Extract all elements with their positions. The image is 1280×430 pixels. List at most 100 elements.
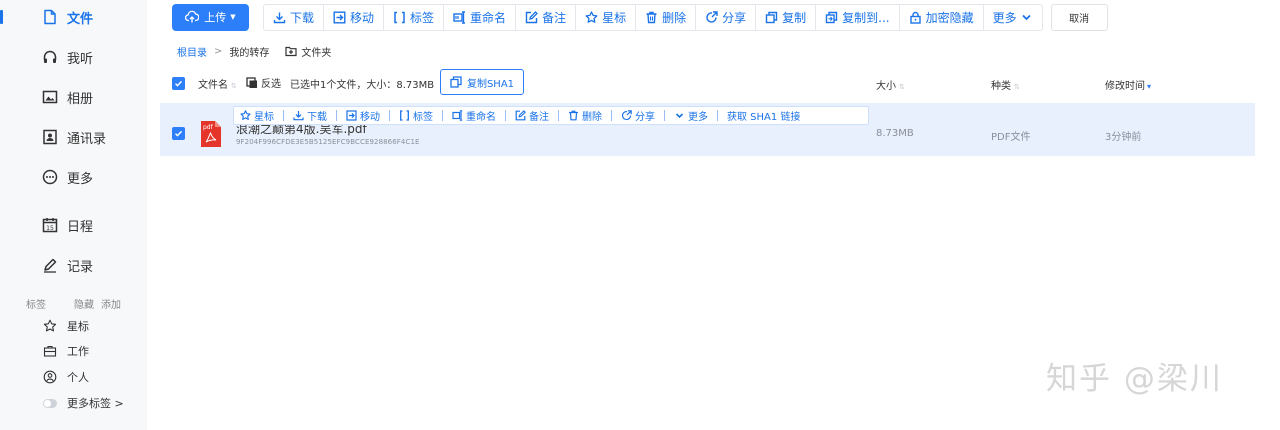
sidebar-item-more[interactable]: 更多 xyxy=(42,167,93,187)
sort-icon: ⇅ xyxy=(231,82,237,90)
select-all-checkbox[interactable] xyxy=(172,77,185,90)
row-action-bar: 星标 下载 移动 标签 重命名 备注 删除 分享 更多 获取 SHA1 链接 xyxy=(233,106,869,125)
copy-to-icon xyxy=(825,11,838,23)
row-star-label: 星标 xyxy=(254,112,274,123)
toggle-icon xyxy=(43,396,57,410)
divider xyxy=(664,110,665,121)
upload-cloud-icon xyxy=(185,10,200,23)
cancel-button[interactable]: 取消 xyxy=(1050,3,1108,31)
sidebar-item-schedule[interactable]: 15 日程 xyxy=(42,215,93,235)
tags-add-button[interactable]: 添加 xyxy=(101,296,121,311)
copy-icon xyxy=(765,11,778,23)
sidebar-item-label: 我听 xyxy=(67,51,94,67)
more-button[interactable]: 更多 xyxy=(984,5,1042,30)
note-button[interactable]: 备注 xyxy=(516,4,577,30)
invert-selection-button[interactable]: 反选 xyxy=(246,75,281,90)
tag-item-label: 个人 xyxy=(67,371,89,384)
breadcrumb-current[interactable]: 我的转存 xyxy=(229,44,269,59)
row-tag-button[interactable]: 标签 xyxy=(399,108,433,123)
new-folder-icon xyxy=(285,46,297,57)
copy-sha1-button[interactable]: 复制SHA1 xyxy=(440,69,524,95)
tag-bracket-icon xyxy=(400,110,409,121)
sidebar-item-files[interactable]: 文件 xyxy=(42,7,93,27)
row-checkbox[interactable] xyxy=(172,127,185,140)
upload-button[interactable]: 上传 ▼ xyxy=(172,3,249,31)
divider xyxy=(505,110,506,121)
sidebar: 文件 我听 相册 通讯录 更多 15 日程 记录 标签 隐藏 添加 星标 工作 … xyxy=(0,0,147,430)
rename-icon xyxy=(453,10,466,24)
pdf-file-icon: pdf xyxy=(201,121,221,147)
copy-to-label: 复制到... xyxy=(842,10,890,25)
column-header-name-label: 文件名 xyxy=(198,80,228,91)
tags-header: 标签 隐藏 添加 xyxy=(26,296,136,311)
note-icon xyxy=(515,110,526,121)
upload-label: 上传 xyxy=(204,11,227,24)
row-note-button[interactable]: 备注 xyxy=(515,108,549,123)
sort-icon: ⇅ xyxy=(899,83,905,91)
divider xyxy=(611,110,612,121)
table-row[interactable]: pdf 浪潮之巅第4版.吴军.pdf 9F204F996CFDE3E5B5125… xyxy=(160,103,1255,156)
column-header-name[interactable]: 文件名 ⇅ xyxy=(198,76,237,91)
row-move-button[interactable]: 移动 xyxy=(346,108,380,123)
column-header-modified[interactable]: 修改时间 ▾ xyxy=(1105,77,1151,92)
column-header-type[interactable]: 种类 ⇅ xyxy=(991,77,1020,92)
file-type: PDF文件 xyxy=(991,132,1031,143)
move-button[interactable]: 移动 xyxy=(324,4,385,30)
briefcase-icon xyxy=(43,344,57,358)
watermark: 知乎 @梁川 xyxy=(1046,361,1223,397)
column-header-size[interactable]: 大小 ⇅ xyxy=(876,77,905,92)
tag-item-label: 工作 xyxy=(67,345,89,358)
caret-down-icon: ▼ xyxy=(230,13,236,21)
star-button[interactable]: 星标 xyxy=(576,4,637,30)
new-folder-button[interactable]: 文件夹 xyxy=(285,44,331,59)
sidebar-item-album[interactable]: 相册 xyxy=(42,87,93,107)
star-icon xyxy=(43,319,57,333)
download-button[interactable]: 下载 xyxy=(264,4,325,30)
row-move-label: 移动 xyxy=(360,112,380,123)
sidebar-item-listen[interactable]: 我听 xyxy=(42,47,93,67)
row-share-label: 分享 xyxy=(635,112,655,123)
sidebar-item-contacts[interactable]: 通讯录 xyxy=(42,127,106,147)
check-icon xyxy=(174,130,183,137)
invert-selection-label: 反选 xyxy=(261,79,281,90)
row-rename-button[interactable]: 重命名 xyxy=(452,108,496,123)
share-button[interactable]: 分享 xyxy=(696,4,757,30)
row-star-button[interactable]: 星标 xyxy=(240,108,274,123)
divider xyxy=(717,110,718,121)
rename-label: 重命名 xyxy=(470,10,507,25)
copy-to-button[interactable]: 复制到... xyxy=(816,4,900,30)
pen-icon xyxy=(42,257,58,273)
tag-item-work[interactable]: 工作 xyxy=(43,343,89,359)
share-icon xyxy=(706,10,718,23)
tag-item-label: 更多标签 > xyxy=(67,397,124,410)
file-hash: 9F204F996CFDE3E5B5125EFC9BCCE928866F4C1E xyxy=(236,138,420,146)
breadcrumb-separator: > xyxy=(214,45,223,57)
rename-button[interactable]: 重命名 xyxy=(444,4,517,30)
file-size: 8.73MB xyxy=(876,128,914,139)
copy-icon xyxy=(450,76,462,88)
lock-icon xyxy=(909,11,921,24)
column-header-size-label: 大小 xyxy=(876,81,896,92)
tags-hide-button[interactable]: 隐藏 xyxy=(74,296,94,311)
row-more-button[interactable]: 更多 xyxy=(674,108,708,123)
divider xyxy=(283,110,284,121)
chevron-down-icon xyxy=(675,113,684,119)
row-delete-button[interactable]: 删除 xyxy=(568,108,602,123)
divider xyxy=(558,110,559,121)
breadcrumb-root[interactable]: 根目录 xyxy=(177,44,207,59)
tag-button[interactable]: 标签 xyxy=(384,4,445,30)
tag-item-star[interactable]: 星标 xyxy=(43,318,89,334)
sidebar-item-label: 文件 xyxy=(67,11,94,27)
chevron-down-icon xyxy=(1021,14,1031,20)
delete-button[interactable]: 删除 xyxy=(636,4,697,30)
row-download-button[interactable]: 下载 xyxy=(293,108,327,123)
tag-item-more-tags[interactable]: 更多标签 > xyxy=(43,395,124,411)
encrypt-hide-button[interactable]: 加密隐藏 xyxy=(900,4,984,30)
tag-item-personal[interactable]: 个人 xyxy=(43,369,89,385)
sidebar-item-notes[interactable]: 记录 xyxy=(42,255,93,275)
tag-bracket-icon xyxy=(394,11,405,23)
row-share-button[interactable]: 分享 xyxy=(621,108,655,123)
check-icon xyxy=(174,80,183,87)
get-sha1-link-button[interactable]: 获取 SHA1 链接 xyxy=(727,108,800,123)
copy-button[interactable]: 复制 xyxy=(756,4,817,30)
